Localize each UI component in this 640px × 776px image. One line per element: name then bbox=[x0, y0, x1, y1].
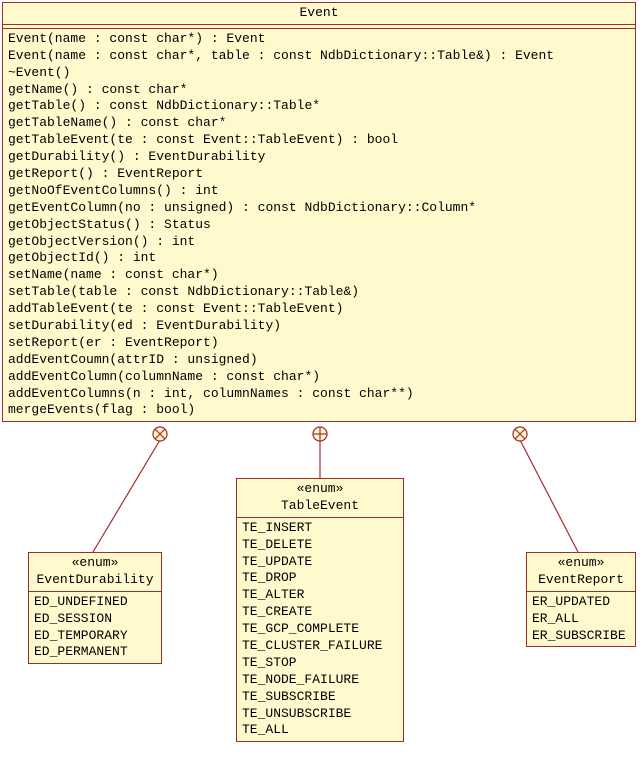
member: ~Event() bbox=[8, 65, 630, 82]
member: TE_CLUSTER_FAILURE bbox=[242, 638, 398, 655]
member: TE_ALL bbox=[242, 722, 398, 739]
title-label: TableEvent bbox=[241, 498, 399, 515]
member: TE_UPDATE bbox=[242, 554, 398, 571]
member: TE_NODE_FAILURE bbox=[242, 672, 398, 689]
member: getTableEvent(te : const Event::TableEve… bbox=[8, 132, 630, 149]
member: getDurability() : EventDurability bbox=[8, 149, 630, 166]
title-label: EventDurability bbox=[33, 572, 157, 589]
member: ED_SESSION bbox=[34, 611, 156, 628]
member: TE_INSERT bbox=[242, 520, 398, 537]
member: ER_UPDATED bbox=[532, 594, 630, 611]
enum-eventdurability-members: ED_UNDEFINEDED_SESSIONED_TEMPORARYED_PER… bbox=[29, 592, 161, 664]
member: TE_DELETE bbox=[242, 537, 398, 554]
member: getObjectStatus() : Status bbox=[8, 217, 630, 234]
member: getNoOfEventColumns() : int bbox=[8, 183, 630, 200]
member: TE_DROP bbox=[242, 570, 398, 587]
class-event-members: Event(name : const char*) : EventEvent(n… bbox=[3, 29, 635, 421]
member: setTable(table : const NdbDictionary::Ta… bbox=[8, 284, 630, 301]
member: TE_UNSUBSCRIBE bbox=[242, 706, 398, 723]
member: getObjectId() : int bbox=[8, 250, 630, 267]
member: TE_STOP bbox=[242, 655, 398, 672]
member: TE_CREATE bbox=[242, 604, 398, 621]
member: ED_PERMANENT bbox=[34, 644, 156, 661]
class-event: Event Event(name : const char*) : EventE… bbox=[2, 2, 636, 422]
member: getTableName() : const char* bbox=[8, 115, 630, 132]
enum-eventreport-members: ER_UPDATEDER_ALLER_SUBSCRIBE bbox=[527, 592, 635, 647]
member: addEventColumns(n : int, columnNames : c… bbox=[8, 386, 630, 403]
member: getEventColumn(no : unsigned) : const Nd… bbox=[8, 200, 630, 217]
enum-tableevent: «enum» TableEvent TE_INSERTTE_DELETETE_U… bbox=[236, 478, 404, 742]
enum-eventdurability-title: «enum» EventDurability bbox=[29, 553, 161, 592]
member: TE_ALTER bbox=[242, 587, 398, 604]
stereotype: «enum» bbox=[241, 481, 399, 498]
member: setReport(er : EventReport) bbox=[8, 335, 630, 352]
member: Event(name : const char*) : Event bbox=[8, 31, 630, 48]
enum-eventreport-title: «enum» EventReport bbox=[527, 553, 635, 592]
enum-eventreport: «enum» EventReport ER_UPDATEDER_ALLER_SU… bbox=[526, 552, 636, 647]
enum-tableevent-members: TE_INSERTTE_DELETETE_UPDATETE_DROPTE_ALT… bbox=[237, 518, 403, 742]
member: TE_SUBSCRIBE bbox=[242, 689, 398, 706]
member: ER_ALL bbox=[532, 611, 630, 628]
member: getObjectVersion() : int bbox=[8, 234, 630, 251]
member: addTableEvent(te : const Event::TableEve… bbox=[8, 301, 630, 318]
stereotype: «enum» bbox=[33, 555, 157, 572]
member: ER_SUBSCRIBE bbox=[532, 628, 630, 645]
member: ED_TEMPORARY bbox=[34, 628, 156, 645]
member: getName() : const char* bbox=[8, 82, 630, 99]
enum-tableevent-title: «enum» TableEvent bbox=[237, 479, 403, 518]
member: TE_GCP_COMPLETE bbox=[242, 621, 398, 638]
class-event-title: Event bbox=[3, 3, 635, 25]
member: mergeEvents(flag : bool) bbox=[8, 402, 630, 419]
member: getReport() : EventReport bbox=[8, 166, 630, 183]
member: getTable() : const NdbDictionary::Table* bbox=[8, 98, 630, 115]
member: Event(name : const char*, table : const … bbox=[8, 48, 630, 65]
member: setName(name : const char*) bbox=[8, 267, 630, 284]
title-label: EventReport bbox=[531, 572, 631, 589]
member: addEventCoumn(attrID : unsigned) bbox=[8, 352, 630, 369]
enum-eventdurability: «enum» EventDurability ED_UNDEFINEDED_SE… bbox=[28, 552, 162, 664]
member: setDurability(ed : EventDurability) bbox=[8, 318, 630, 335]
member: addEventColumn(columnName : const char*) bbox=[8, 369, 630, 386]
stereotype: «enum» bbox=[531, 555, 631, 572]
member: ED_UNDEFINED bbox=[34, 594, 156, 611]
